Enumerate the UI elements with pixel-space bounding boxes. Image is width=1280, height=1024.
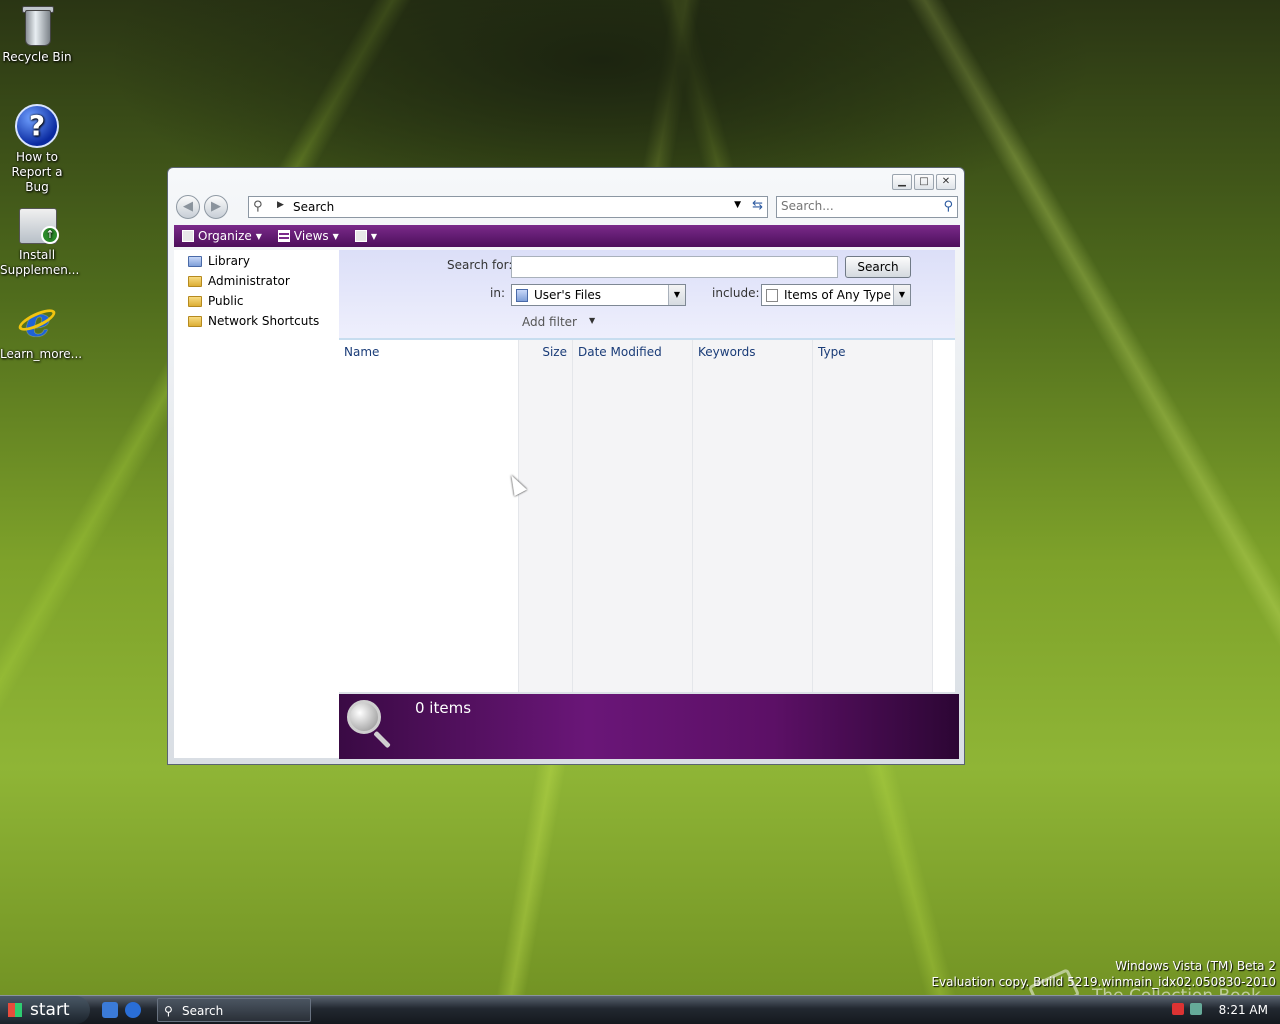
folder-icon <box>188 315 202 327</box>
item-count: 0 items <box>415 699 472 717</box>
search-for-label: Search for: <box>447 258 513 272</box>
desktop-icon-label: Learn_more... <box>0 347 83 361</box>
start-button[interactable]: start <box>0 996 90 1024</box>
nav-item-network-shortcuts[interactable]: Network Shortcuts <box>188 312 319 330</box>
search-pane: Search for: Search in: User's Files ▼ in… <box>339 250 955 340</box>
location-value: User's Files <box>534 288 602 302</box>
nav-item-library[interactable]: Library <box>188 252 250 270</box>
desktop-icon-label: Install Supplemen... <box>0 248 80 277</box>
search-box[interactable]: ⚲ <box>776 196 958 218</box>
column-header-date-modified[interactable]: Date Modified <box>578 345 662 359</box>
column-header-keywords[interactable]: Keywords <box>698 345 756 359</box>
organize-label: Organize <box>198 229 252 243</box>
results-list: Name Size Date Modified Keywords Type <box>339 340 955 692</box>
nav-item-label: Administrator <box>208 274 290 288</box>
user-files-icon <box>516 289 528 302</box>
chevron-down-icon: ▼ <box>332 231 339 241</box>
column-header-type[interactable]: Type <box>818 345 846 359</box>
column-date-modified[interactable]: Date Modified <box>573 340 693 692</box>
desktop-icon-install[interactable]: ↑ Install Supplemen... <box>0 202 80 278</box>
organize-icon <box>182 230 194 242</box>
in-label: in: <box>490 286 505 300</box>
magnifier-icon <box>347 700 381 734</box>
security-alert-icon[interactable] <box>1172 1003 1184 1015</box>
recycle-bin-icon <box>15 4 59 48</box>
desktop-icon-learn-more[interactable]: e Learn_more... <box>0 301 83 362</box>
column-name[interactable]: Name <box>339 340 519 692</box>
show-desktop-icon[interactable] <box>102 1002 118 1018</box>
column-keywords[interactable]: Keywords <box>693 340 813 692</box>
breadcrumb[interactable]: Search <box>293 200 334 214</box>
refresh-icon[interactable]: ⇆ <box>752 198 763 213</box>
navigation-pane: Library Administrator Public Network Sho… <box>174 250 339 758</box>
column-header-name[interactable]: Name <box>344 345 379 359</box>
nav-item-administrator[interactable]: Administrator <box>188 272 290 290</box>
nav-item-label: Network Shortcuts <box>208 314 320 328</box>
add-filter-button[interactable]: Add filter <box>522 315 577 329</box>
address-field[interactable]: ⚲ ▶ Search ▼ ⇆ <box>248 196 768 218</box>
clock[interactable]: 8:21 AM <box>1219 996 1268 1024</box>
internet-explorer-icon: e <box>15 301 59 345</box>
views-icon <box>277 230 290 242</box>
chevron-down-icon: ▼ <box>370 231 377 241</box>
folder-icon <box>188 275 202 287</box>
nav-item-label: Public <box>208 294 244 308</box>
desktop-icon-label: How to Report a Bug <box>11 150 63 194</box>
chevron-down-icon: ▼ <box>255 231 262 241</box>
search-window: ▁ □ ✕ ◀ ▶ ⚲ ▶ Search ▼ ⇆ ⚲ Organize ▼ Vi… <box>167 167 965 765</box>
chevron-down-icon[interactable]: ▼ <box>668 285 685 305</box>
help-icon: ? <box>15 104 59 148</box>
internet-explorer-icon[interactable] <box>125 1002 141 1018</box>
search-icon: ⚲ <box>253 199 263 214</box>
search-input[interactable] <box>781 199 931 213</box>
magnifier-handle <box>373 730 391 749</box>
library-icon <box>188 255 202 267</box>
desktop-icon-report-bug[interactable]: ? How to Report a Bug <box>0 104 74 195</box>
chevron-down-icon[interactable]: ▼ <box>734 200 741 210</box>
maximize-button[interactable]: □ <box>914 174 934 190</box>
include-value: Items of Any Type <box>784 288 892 302</box>
minimize-button[interactable]: ▁ <box>892 174 912 190</box>
location-dropdown[interactable]: User's Files ▼ <box>511 284 686 306</box>
breadcrumb-separator-icon: ▶ <box>277 200 284 210</box>
folder-icon <box>188 295 202 307</box>
install-icon: ↑ <box>15 202 59 246</box>
layout-icon <box>354 230 367 242</box>
search-icon[interactable]: ⚲ <box>943 199 953 214</box>
column-filler <box>933 340 955 692</box>
include-label: include: <box>712 286 760 300</box>
views-button[interactable]: Views ▼ <box>270 225 347 247</box>
taskbar: start ⚲ Search 8:21 AM <box>0 995 1280 1024</box>
search-icon: ⚲ <box>164 1004 173 1018</box>
file-icon <box>766 289 778 302</box>
column-type[interactable]: Type <box>813 340 933 692</box>
details-pane: 0 items <box>339 694 959 759</box>
address-bar: ◀ ▶ ⚲ ▶ Search ▼ ⇆ ⚲ <box>174 194 960 220</box>
forward-button[interactable]: ▶ <box>204 195 228 219</box>
views-label: Views <box>293 229 329 243</box>
chevron-down-icon[interactable]: ▼ <box>589 316 595 325</box>
search-for-input[interactable] <box>511 256 838 278</box>
close-button[interactable]: ✕ <box>936 174 956 190</box>
caption-buttons: ▁ □ ✕ <box>892 174 956 190</box>
desktop-icon-recycle-bin[interactable]: Recycle Bin <box>0 4 74 65</box>
chevron-down-icon[interactable]: ▼ <box>893 285 910 305</box>
windows-logo-icon <box>8 1003 22 1017</box>
desktop-icon-label: Recycle Bin <box>2 50 72 64</box>
back-button[interactable]: ◀ <box>176 195 200 219</box>
organize-button[interactable]: Organize ▼ <box>174 225 270 247</box>
nav-item-public[interactable]: Public <box>188 292 244 310</box>
include-dropdown[interactable]: Items of Any Type ▼ <box>761 284 911 306</box>
column-size[interactable]: Size <box>519 340 573 692</box>
taskbar-item-label: Search <box>182 1004 224 1018</box>
search-button[interactable]: Search <box>845 256 911 278</box>
network-icon[interactable] <box>1190 1003 1202 1015</box>
layout-button[interactable]: ▼ <box>347 225 385 247</box>
command-bar: Organize ▼ Views ▼ ▼ <box>174 225 960 247</box>
watermark-line-1: Windows Vista (TM) Beta 2 <box>1115 959 1276 973</box>
taskbar-item-search[interactable]: ⚲ Search <box>157 998 311 1022</box>
start-label: start <box>30 1000 70 1020</box>
nav-item-label: Library <box>208 254 250 268</box>
column-header-size[interactable]: Size <box>542 345 567 359</box>
